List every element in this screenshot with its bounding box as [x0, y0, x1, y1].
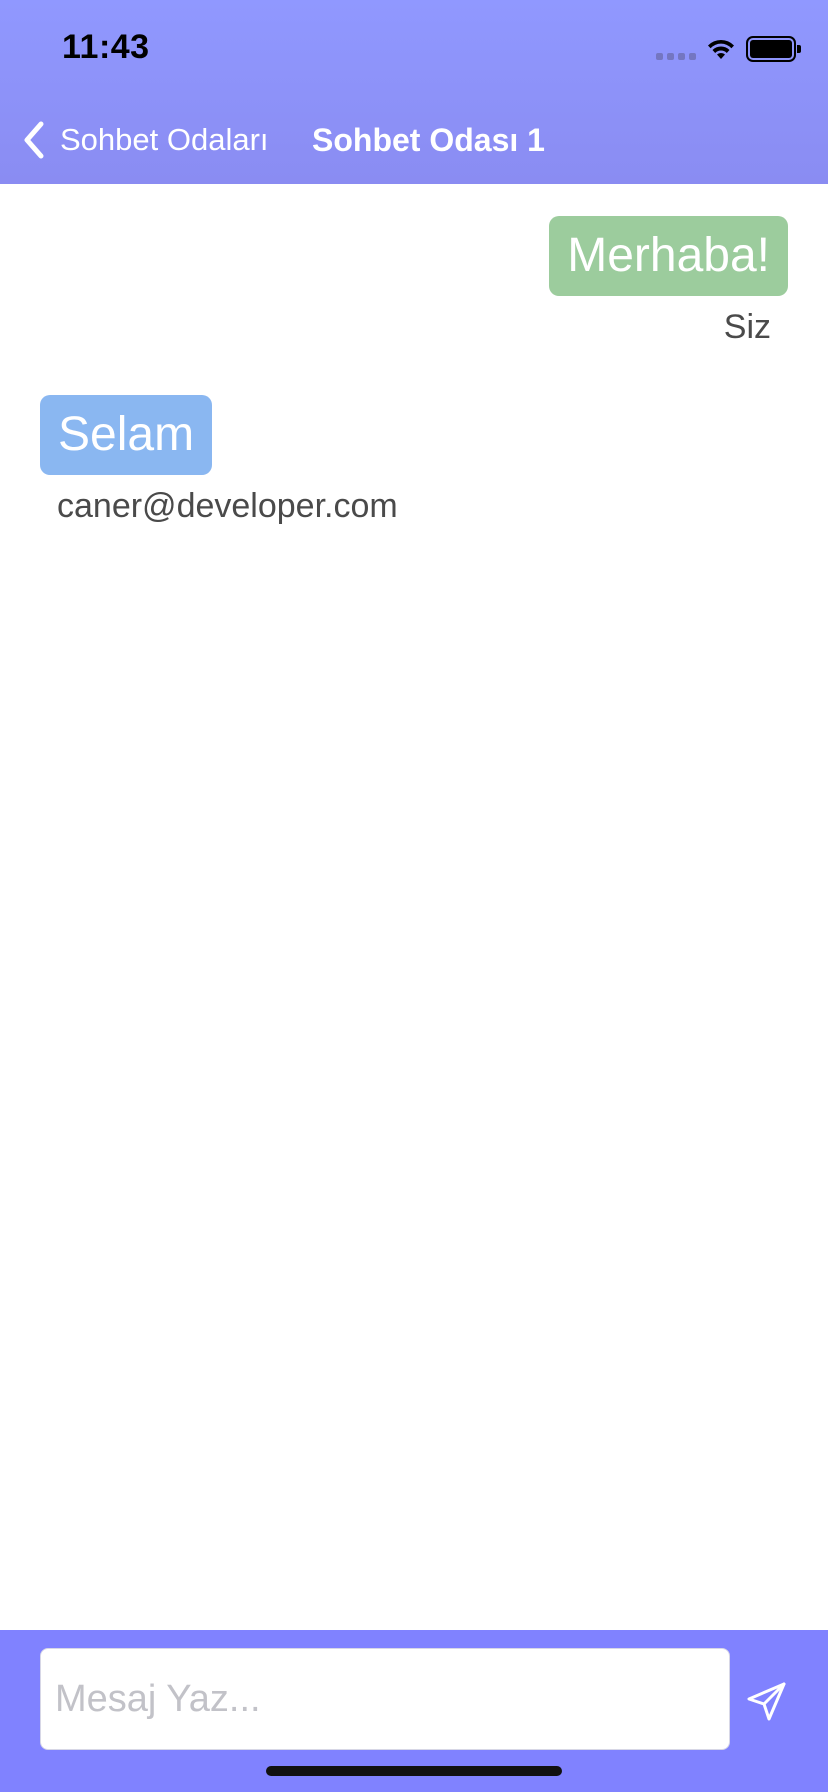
- status-time: 11:43: [62, 28, 150, 66]
- signal-icon: [656, 38, 696, 60]
- chevron-left-icon: [24, 121, 44, 159]
- back-button-label: Sohbet Odaları: [60, 122, 269, 157]
- message-sender: caner@developer.com: [57, 487, 398, 525]
- back-button[interactable]: Sohbet Odaları: [22, 118, 269, 162]
- send-icon: [747, 1682, 786, 1721]
- message-input[interactable]: Mesaj Yaz...: [40, 1648, 730, 1750]
- chat-screen: 11:43 Sohbet Odaları Sohbet Odası 1 Merh…: [0, 0, 828, 1792]
- wifi-icon: [708, 39, 734, 59]
- page-title: Sohbet Odası 1: [312, 122, 545, 158]
- battery-icon: [746, 36, 801, 62]
- message-input-placeholder: Mesaj Yaz...: [55, 1677, 261, 1720]
- message-sender: Siz: [723, 308, 771, 346]
- header: 11:43 Sohbet Odaları Sohbet Odası 1: [0, 0, 828, 184]
- message-bubble-other: Selam: [40, 395, 213, 475]
- message-list: Merhaba! Siz Selam caner@developer.com: [0, 184, 828, 1630]
- status-icons: [656, 34, 801, 64]
- message-bubble-mine: Merhaba!: [549, 216, 788, 296]
- send-button[interactable]: [744, 1678, 790, 1724]
- home-indicator: [266, 1766, 562, 1776]
